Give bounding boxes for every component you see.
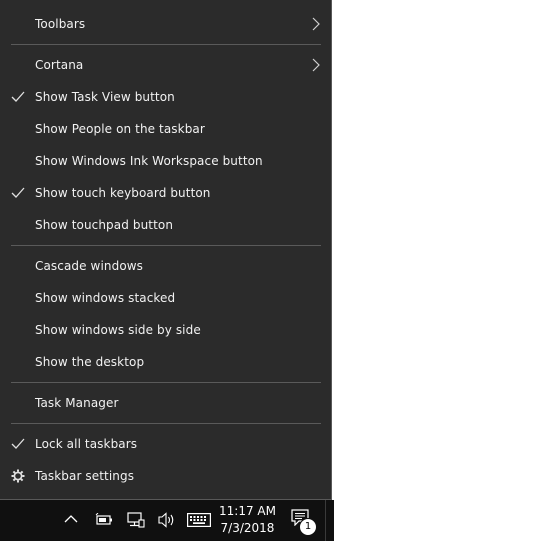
menu-item-show-ink-workspace[interactable]: Show Windows Ink Workspace button bbox=[0, 147, 331, 175]
taskbar-context-menu: Toolbars Cortana Show Task View button S… bbox=[0, 0, 332, 500]
menu-item-label: Show windows stacked bbox=[35, 291, 176, 305]
check-icon bbox=[11, 187, 25, 198]
taskbar: 11:17 AM 7/3/2018 1 bbox=[0, 500, 334, 541]
menu-separator bbox=[11, 245, 321, 246]
menu-item-label: Task Manager bbox=[35, 396, 119, 410]
menu-item-label: Show touch keyboard button bbox=[35, 186, 211, 200]
menu-item-show-desktop[interactable]: Show the desktop bbox=[0, 348, 331, 376]
menu-separator bbox=[11, 423, 321, 424]
menu-item-label: Show People on the taskbar bbox=[35, 122, 205, 136]
check-icon bbox=[11, 91, 25, 102]
check-icon bbox=[11, 438, 25, 449]
menu-item-show-windows-stacked[interactable]: Show windows stacked bbox=[0, 284, 331, 312]
menu-item-show-windows-side-by-side[interactable]: Show windows side by side bbox=[0, 316, 331, 344]
battery-icon[interactable] bbox=[95, 513, 113, 527]
network-icon[interactable] bbox=[127, 512, 145, 528]
menu-item-label: Lock all taskbars bbox=[35, 437, 138, 451]
menu-item-label: Show windows side by side bbox=[35, 323, 201, 337]
menu-item-cortana[interactable]: Cortana bbox=[0, 51, 331, 79]
clock-time: 11:17 AM bbox=[219, 504, 276, 518]
menu-item-label: Toolbars bbox=[35, 17, 86, 31]
menu-item-label: Cortana bbox=[35, 58, 84, 72]
menu-item-taskbar-settings[interactable]: Taskbar settings bbox=[0, 462, 331, 490]
notification-badge: 1 bbox=[299, 518, 317, 536]
menu-item-show-task-view[interactable]: Show Task View button bbox=[0, 83, 331, 111]
gear-icon bbox=[11, 469, 25, 483]
show-desktop-button[interactable] bbox=[325, 500, 334, 541]
menu-separator bbox=[11, 44, 321, 45]
chevron-right-icon bbox=[312, 17, 320, 31]
menu-item-toolbars[interactable]: Toolbars bbox=[0, 10, 331, 38]
menu-item-label: Show Task View button bbox=[35, 90, 175, 104]
menu-item-lock-all-taskbars[interactable]: Lock all taskbars bbox=[0, 430, 331, 458]
menu-separator bbox=[11, 382, 321, 383]
menu-item-show-touchpad[interactable]: Show touchpad button bbox=[0, 211, 331, 239]
menu-item-label: Cascade windows bbox=[35, 259, 144, 273]
menu-item-label: Show the desktop bbox=[35, 355, 145, 369]
chevron-up-icon[interactable] bbox=[64, 514, 78, 524]
menu-item-label: Taskbar settings bbox=[35, 469, 135, 483]
menu-item-cascade-windows[interactable]: Cascade windows bbox=[0, 252, 331, 280]
menu-item-show-touch-keyboard[interactable]: Show touch keyboard button bbox=[0, 179, 331, 207]
menu-item-label: Show touchpad button bbox=[35, 218, 174, 232]
clock[interactable]: 11:17 AM 7/3/2018 bbox=[210, 503, 285, 537]
clock-date: 7/3/2018 bbox=[220, 521, 275, 535]
chevron-right-icon bbox=[312, 58, 320, 72]
menu-item-task-manager[interactable]: Task Manager bbox=[0, 389, 331, 417]
menu-item-show-people[interactable]: Show People on the taskbar bbox=[0, 115, 331, 143]
speaker-icon[interactable] bbox=[158, 512, 176, 528]
menu-item-label: Show Windows Ink Workspace button bbox=[35, 154, 263, 168]
keyboard-icon[interactable] bbox=[187, 513, 211, 527]
